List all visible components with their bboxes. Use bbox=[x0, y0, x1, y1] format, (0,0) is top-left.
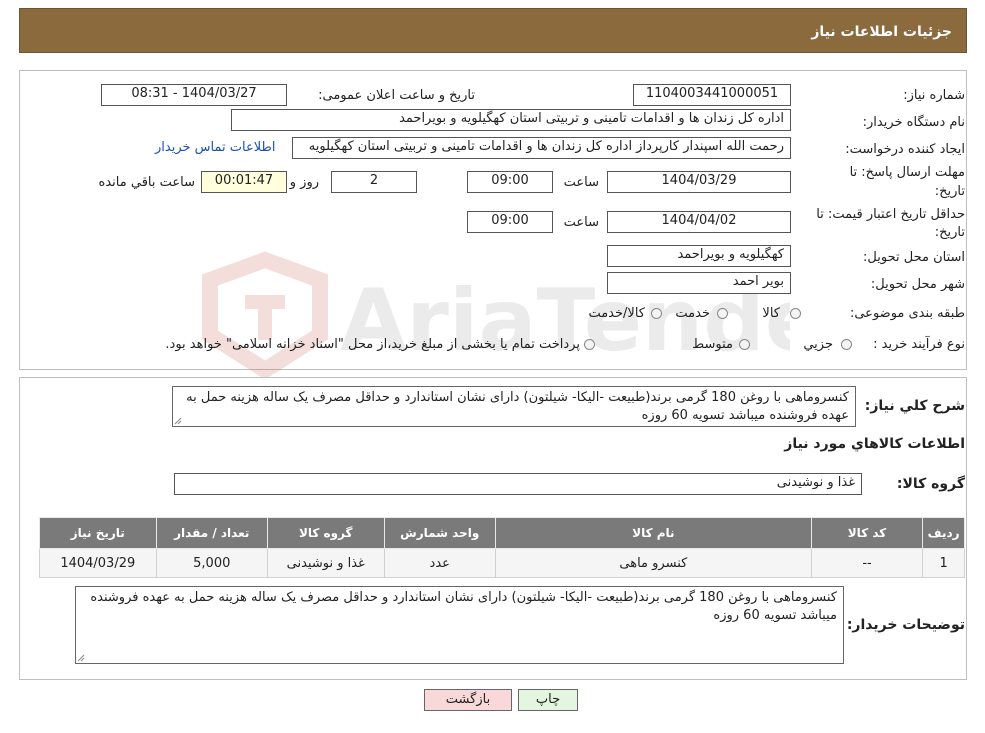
province-field[interactable]: کهگیلویه و بویراحمد bbox=[607, 245, 791, 267]
price-validity-time-label: ساعت bbox=[563, 215, 599, 230]
process-option-medium: متوسط bbox=[692, 337, 733, 352]
table-header-row: رديف کد کالا نام کالا واحد شمارش گروه کا… bbox=[39, 517, 965, 549]
time-remaining-field[interactable]: 00:01:47 bbox=[201, 171, 287, 193]
deadline-date-field[interactable]: 1404/03/29 bbox=[607, 171, 791, 193]
need-number-field[interactable]: 1104003441000051 bbox=[633, 84, 791, 106]
cell-unit: عدد bbox=[383, 548, 496, 578]
category-radio-service[interactable] bbox=[717, 308, 728, 319]
process-radio-medium[interactable] bbox=[739, 339, 750, 350]
deadline-label: مهلت ارسال پاسخ: تا bbox=[849, 165, 965, 180]
cell-item-code: -- bbox=[810, 548, 924, 578]
category-option-goods: کالا bbox=[762, 306, 780, 321]
process-radio-minor[interactable] bbox=[841, 339, 852, 350]
purchase-process-label: نوع فرآیند خرید : bbox=[873, 337, 965, 352]
days-label: روز و bbox=[289, 175, 319, 190]
col-item-code: کد کالا bbox=[810, 517, 924, 549]
buyer-notes-textarea[interactable]: کنسروماهی با روغن 180 گرمی برند(طبیعت -ا… bbox=[75, 586, 844, 664]
cell-item-name: کنسرو ماهی bbox=[494, 548, 812, 578]
cell-quantity: 5,000 bbox=[155, 548, 268, 578]
price-validity-label: حداقل تاریخ اعتبار قیمت: تا bbox=[816, 207, 965, 222]
announce-datetime-label: تاریخ و ساعت اعلان عمومی: bbox=[318, 88, 475, 103]
buyer-notes-label: توضیحات خریدار: bbox=[846, 617, 965, 633]
buyer-org-field[interactable]: اداره کل زندان ها و اقدامات تامینی و ترب… bbox=[231, 109, 791, 131]
cell-need-date: 1404/03/29 bbox=[39, 548, 157, 578]
price-validity-date-field[interactable]: 1404/04/02 bbox=[607, 211, 791, 233]
back-button[interactable]: بازگشت bbox=[424, 689, 512, 711]
goods-group-field[interactable]: غذا و نوشیدنی bbox=[174, 473, 862, 495]
cell-group: غذا و نوشیدنی bbox=[266, 548, 385, 578]
items-table: رديف کد کالا نام کالا واحد شمارش گروه کا… bbox=[39, 517, 965, 578]
price-validity-label-date: تاریخ: bbox=[934, 225, 965, 240]
need-number-label: شماره نیاز: bbox=[903, 88, 965, 103]
buyer-org-label: نام دستگاه خریدار: bbox=[862, 115, 965, 130]
cell-row-number: 1 bbox=[922, 548, 965, 578]
deadline-label-date: تاریخ: bbox=[934, 184, 965, 199]
col-unit: واحد شمارش bbox=[383, 517, 496, 549]
days-remaining-field[interactable]: 2 bbox=[331, 171, 417, 193]
page-title: جزئیات اطلاعات نیاز bbox=[811, 24, 952, 40]
category-option-goods-service: کالا/خدمت bbox=[588, 306, 645, 321]
category-radio-goods-service[interactable] bbox=[651, 308, 662, 319]
process-checkbox-treasury[interactable] bbox=[584, 339, 595, 350]
goods-group-label: گروه کالا: bbox=[896, 476, 965, 492]
deadline-time-label: ساعت bbox=[563, 175, 599, 190]
category-label: طبقه بندی موضوعی: bbox=[849, 306, 965, 321]
col-need-date: تاریخ نیاز bbox=[39, 517, 157, 549]
category-radio-goods[interactable] bbox=[790, 308, 801, 319]
col-item-name: نام کالا bbox=[494, 517, 812, 549]
print-button[interactable]: چاپ bbox=[518, 689, 578, 711]
page-header: جزئیات اطلاعات نیاز bbox=[19, 8, 967, 53]
summary-label: شرح کلي نياز: bbox=[864, 398, 965, 414]
announce-datetime-field[interactable]: 1404/03/27 - 08:31 bbox=[101, 84, 287, 106]
resize-grip-icon[interactable] bbox=[77, 654, 85, 662]
col-quantity: تعداد / مقدار bbox=[155, 517, 268, 549]
deadline-time-field[interactable]: 09:00 bbox=[467, 171, 553, 193]
items-section-title: اطلاعات کالاهاي مورد نياز bbox=[784, 436, 965, 452]
col-group: گروه کالا bbox=[266, 517, 385, 549]
process-option-minor: جزیي bbox=[803, 337, 833, 352]
buyer-contact-link[interactable]: اطلاعات تماس خریدار bbox=[155, 140, 275, 155]
creator-label: ایجاد کننده درخواست: bbox=[845, 142, 965, 157]
city-label: شهر محل تحویل: bbox=[870, 277, 965, 292]
city-field[interactable]: بویر احمد bbox=[607, 272, 791, 294]
col-row-number: رديف bbox=[922, 517, 965, 549]
process-treasury-note: پرداخت تمام یا بخشی از مبلغ خرید،از محل … bbox=[165, 337, 580, 352]
province-label: استان محل تحویل: bbox=[863, 250, 965, 265]
creator-field[interactable]: رحمت الله اسپندار کارپرداز اداره کل زندا… bbox=[292, 137, 791, 159]
summary-textarea[interactable]: کنسروماهی با روغن 180 گرمی برند(طبیعت -ا… bbox=[172, 386, 856, 427]
table-row[interactable]: 1 -- کنسرو ماهی عدد غذا و نوشیدنی 5,000 … bbox=[39, 548, 965, 578]
time-remaining-label: ساعت باقي مانده bbox=[98, 175, 195, 190]
category-option-service: خدمت bbox=[675, 306, 710, 321]
resize-grip-icon[interactable] bbox=[174, 417, 182, 425]
price-validity-time-field[interactable]: 09:00 bbox=[467, 211, 553, 233]
